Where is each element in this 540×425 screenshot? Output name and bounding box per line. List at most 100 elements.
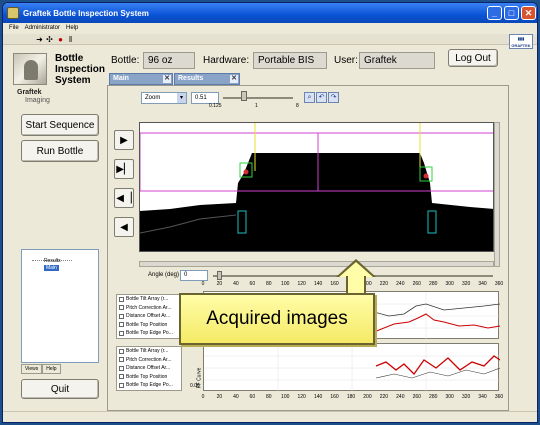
legend-item-label: Pitch Correction Ar... [126, 356, 172, 363]
run-arrow-icon[interactable]: ➜ [35, 35, 44, 44]
legend-checkbox[interactable] [119, 322, 124, 328]
scale-tick: 200 [363, 394, 372, 400]
bottle-image [140, 123, 493, 251]
scale-tick: 20 [216, 281, 223, 287]
abort-icon[interactable]: ● [56, 35, 65, 44]
redo-icon[interactable]: ↷ [328, 92, 339, 103]
legend-item[interactable]: Pitch Correction Ar... [117, 304, 181, 313]
legend-item[interactable]: Distance Offset Ar... [117, 312, 181, 321]
pause-icon[interactable]: ‖ [66, 35, 75, 44]
chevron-down-icon[interactable]: ▾ [177, 93, 186, 103]
status-bar [3, 411, 537, 422]
scale-tick: 160 [330, 394, 339, 400]
app-icon [7, 7, 19, 19]
chart-bottom-ytick: 0.06 [190, 383, 200, 389]
scale-tick: 360 [494, 394, 504, 400]
legend-item[interactable]: Bottle Top Position [117, 321, 181, 330]
scale-tick: 220 [379, 281, 389, 287]
start-sequence-button[interactable]: Start Sequence [21, 114, 99, 136]
legend-item[interactable]: Bottle Top Position [117, 373, 181, 382]
scale-tick: 220 [379, 394, 389, 400]
previous-image-button[interactable]: ◀ [114, 217, 134, 237]
step-forward-button[interactable]: ▶▏ [114, 159, 134, 179]
bottle-label: Bottle: [111, 55, 140, 66]
legend-checkbox[interactable] [119, 305, 124, 311]
menu-file[interactable]: File [9, 23, 19, 34]
zoom-slider-thumb[interactable] [241, 91, 247, 101]
legend-item-label: Bottle Top Position [126, 373, 168, 380]
hardware-field: Portable BIS [253, 52, 327, 69]
bottle-field: 96 oz [143, 52, 195, 69]
menu-help[interactable]: Help [66, 23, 78, 34]
legend-checkbox[interactable] [119, 374, 124, 380]
legend-item[interactable]: Distance Offset Ar... [117, 364, 181, 373]
legend-checkbox[interactable] [119, 348, 124, 354]
legend-item-label: Bottle Tilt Array (r... [126, 296, 169, 303]
tree-view[interactable]: Results Main [21, 249, 99, 363]
run-bottle-button[interactable]: Run Bottle [21, 140, 99, 162]
acquired-images-callout: Acquired images [179, 293, 375, 345]
scale-tick: 40 [233, 281, 239, 287]
scale-tick: 100 [281, 281, 290, 287]
legend-checkbox[interactable] [119, 296, 124, 302]
legend-item[interactable]: Bottle Top Edge Po... [117, 329, 181, 338]
next-image-button[interactable]: ▶ [114, 130, 134, 150]
menu-administrator[interactable]: Administrator [25, 23, 60, 34]
scale-tick: 140 [313, 281, 323, 287]
image-horizontal-scrollbar[interactable] [139, 261, 494, 267]
angle-field[interactable]: 0 [180, 270, 208, 281]
close-tab-icon[interactable]: ✕ [230, 75, 238, 83]
step-back-button[interactable]: ◀▕ [114, 188, 134, 208]
legend-top: Bottle Tilt Array (r... Pitch Correction … [116, 294, 182, 339]
legend-item[interactable]: Bottle Top Edge Po... [117, 381, 181, 390]
legend-checkbox[interactable] [119, 365, 124, 371]
scale-tick: 180 [346, 394, 356, 400]
acquired-image-view[interactable] [139, 122, 494, 252]
user-field: Graftek [359, 52, 435, 69]
legend-checkbox[interactable] [119, 357, 124, 363]
legend-checkbox[interactable] [119, 313, 124, 319]
close-button[interactable]: ✕ [521, 6, 536, 20]
tab-main[interactable]: Main ✕ [109, 73, 173, 85]
minimize-button[interactable]: _ [487, 6, 502, 20]
legend-item-label: Distance Offset Ar... [126, 313, 171, 320]
legend-checkbox[interactable] [119, 330, 124, 336]
window-title: Graftek Bottle Inspection System [23, 8, 149, 18]
magnify-icon[interactable]: ⌕ [304, 92, 315, 103]
tab-help[interactable]: Help [42, 364, 61, 374]
scale-tick: 300 [445, 281, 454, 287]
legend-checkbox[interactable] [119, 382, 124, 388]
legend-item[interactable]: Bottle Tilt Array (r... [117, 295, 181, 304]
run-continuous-icon[interactable]: ✣ [45, 35, 54, 44]
scale-tick: 80 [265, 394, 272, 400]
app-window: Graftek Bottle Inspection System _ □ ✕ F… [2, 2, 538, 423]
close-tab-icon[interactable]: ✕ [163, 75, 171, 83]
zoom-tick: 8 [296, 103, 299, 109]
zoom-slider-track[interactable] [223, 97, 293, 99]
logout-button[interactable]: Log Out [448, 49, 498, 67]
tree-item-results[interactable]: Results [44, 258, 61, 264]
graftek-logo: Graftek Imaging [17, 89, 50, 104]
legend-item[interactable]: Pitch Correction Ar... [117, 356, 181, 365]
legend-item[interactable]: Bottle Tilt Array (r... [117, 347, 181, 356]
tab-views[interactable]: Views [21, 364, 43, 374]
scale-tick: 240 [396, 394, 405, 400]
chart-bottom-plot [204, 344, 501, 392]
legend-item-label: Bottle Top Edge Po... [126, 330, 173, 337]
tab-results[interactable]: Results ✕ [174, 73, 240, 85]
measurement-chart-bottom [203, 343, 501, 392]
undo-icon[interactable]: ↶ [316, 92, 327, 103]
zoom-mode-select[interactable]: Zoom ▾ [141, 92, 187, 104]
legend-item-label: Bottle Top Edge Po... [126, 382, 173, 389]
title-bar[interactable]: Graftek Bottle Inspection System _ □ ✕ [3, 3, 537, 23]
scale-tick: 100 [281, 394, 290, 400]
maximize-button[interactable]: □ [504, 6, 519, 20]
zoom-tick: 1 [255, 103, 258, 109]
chart-bottom-scale: 0 20 40 60 80 100 120 140 160 180 200 220 240 260 280 3… [202, 394, 504, 402]
angle-label: Angle (deg) [148, 272, 180, 278]
image-vertical-scrollbar[interactable] [494, 122, 500, 267]
angle-slider-thumb[interactable] [217, 271, 222, 280]
quit-button[interactable]: Quit [21, 379, 99, 399]
view-tabs: Views Help [21, 364, 61, 374]
tree-item-main[interactable]: Main [44, 265, 59, 271]
